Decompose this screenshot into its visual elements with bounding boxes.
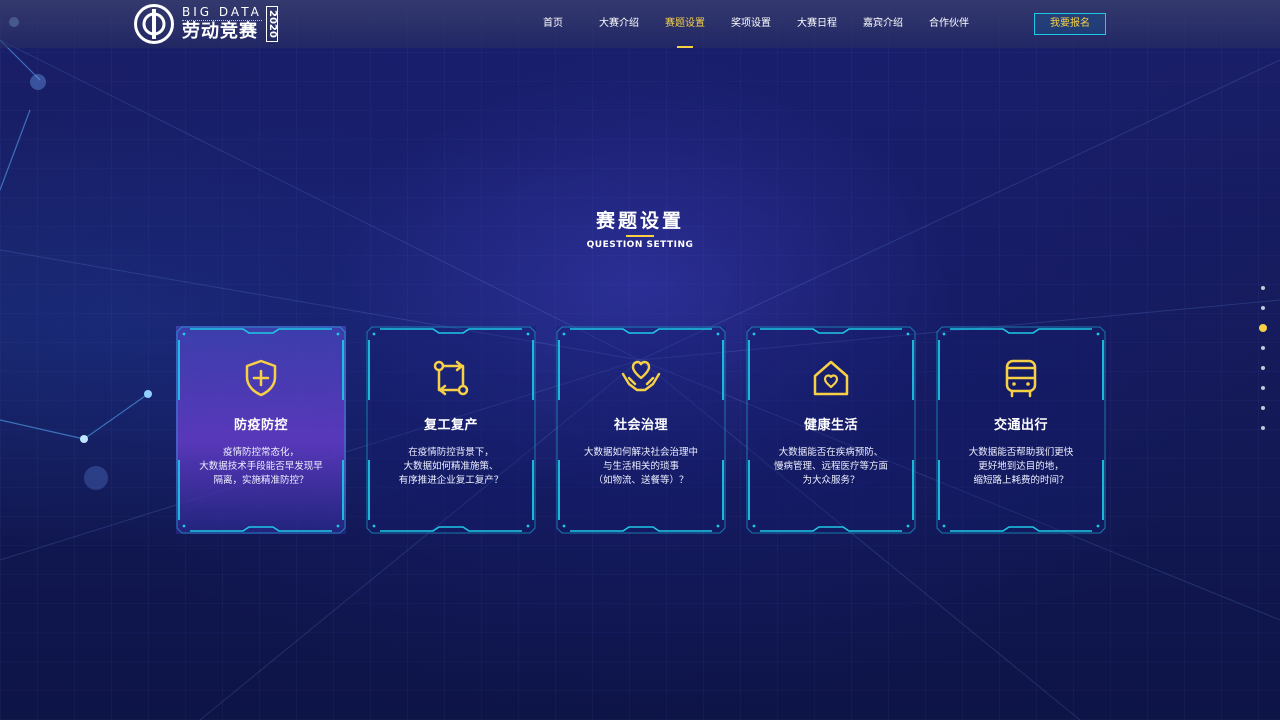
site-logo[interactable]: BIG DATA 劳动竞赛 2020 — [134, 3, 278, 45]
card-healthy-living[interactable]: 健康生活 大数据能否在疾病预防、 慢病管理、远程医疗等方面 为大众服务？ — [746, 326, 916, 534]
card-transportation[interactable]: 交通出行 大数据能否帮助我们更快 更好地到达目的地， 缩短路上耗费的时间？ — [936, 326, 1106, 534]
card-title: 交通出行 — [993, 418, 1048, 433]
pager-dot[interactable] — [1261, 426, 1265, 430]
card-description-line: 大数据能否帮助我们更快 — [968, 447, 1074, 458]
title-underline — [626, 235, 654, 237]
pager-dot[interactable] — [1261, 406, 1265, 410]
card-description-line: 慢病管理、远程医疗等方面 — [773, 461, 888, 472]
question-cards: 防疫防控 疫情防控常态化， 大数据技术手段能否早发现早 隔离，实施精准防控？ 复… — [176, 326, 1106, 534]
card-title: 社会治理 — [613, 418, 668, 433]
card-description: 大数据如何解决社会治理中 与生活相关的琐事 （如物流、送餐等）？ — [562, 446, 720, 488]
section-subtitle: QUESTION SETTING — [586, 240, 694, 250]
section-title: 赛题设置 — [595, 210, 684, 232]
card-epidemic-prevention[interactable]: 防疫防控 疫情防控常态化， 大数据技术手段能否早发现早 隔离，实施精准防控？ — [176, 326, 346, 534]
card-title: 健康生活 — [803, 418, 858, 433]
card-resume-production[interactable]: 复工复产 在疫情防控背景下， 大数据如何精准施策、 有序推进企业复工复产？ — [366, 326, 536, 534]
card-description-line: 大数据技术手段能否早发现早 — [199, 461, 323, 472]
card-description-line: 隔离，实施精准防控？ — [213, 475, 309, 486]
pager-dot[interactable] — [1259, 324, 1267, 332]
card-description-line: 疫情防控常态化， — [222, 447, 299, 458]
nav-item-schedule[interactable]: 大赛日程 — [784, 0, 850, 48]
logo-english-text: BIG DATA — [182, 5, 262, 21]
card-description-line: 更好地到达目的地， — [978, 461, 1064, 472]
card-description-line: 缩短路上耗费的时间？ — [973, 475, 1069, 486]
pager-dot[interactable] — [1261, 306, 1265, 310]
logo-chinese-text: 劳动竞赛 — [182, 21, 258, 42]
shield-plus-icon — [245, 359, 277, 397]
card-description: 大数据能否帮助我们更快 更好地到达目的地， 缩短路上耗费的时间？ — [942, 446, 1100, 488]
pager-dot[interactable] — [1261, 286, 1265, 290]
nav-item-partners[interactable]: 合作伙伴 — [916, 0, 982, 48]
bus-icon — [1005, 359, 1037, 398]
house-heart-icon — [813, 360, 849, 396]
top-header: BIG DATA 劳动竞赛 2020 首页 大赛介绍 赛题设置 奖项设置 大赛日… — [0, 0, 1280, 48]
card-description: 疫情防控常态化， 大数据技术手段能否早发现早 隔离，实施精准防控？ — [182, 446, 340, 488]
main-nav: 首页 大赛介绍 赛题设置 奖项设置 大赛日程 嘉宾介绍 合作伙伴 — [520, 0, 982, 48]
card-description-line: 与生活相关的琐事 — [602, 461, 679, 472]
card-social-governance[interactable]: 社会治理 大数据如何解决社会治理中 与生活相关的琐事 （如物流、送餐等）？ — [556, 326, 726, 534]
card-title: 防疫防控 — [233, 418, 288, 433]
card-description-line: 大数据如何精准施策、 — [403, 461, 499, 472]
card-description-line: 大数据如何解决社会治理中 — [583, 447, 698, 458]
card-description-line: 为大众服务？ — [802, 475, 860, 486]
nav-item-home[interactable]: 首页 — [520, 0, 586, 48]
pager-dot[interactable] — [1261, 386, 1265, 390]
cycle-arrows-icon — [433, 360, 469, 396]
heart-hands-icon — [621, 360, 661, 392]
nav-item-contest-intro[interactable]: 大赛介绍 — [586, 0, 652, 48]
logo-emblem-icon — [134, 4, 174, 44]
nav-item-guests[interactable]: 嘉宾介绍 — [850, 0, 916, 48]
pager-dot[interactable] — [1261, 346, 1265, 350]
card-description-line: 大数据能否在疾病预防、 — [778, 447, 884, 458]
card-description-line: （如物流、送餐等）？ — [593, 475, 689, 486]
nav-item-question-setting[interactable]: 赛题设置 — [652, 0, 718, 48]
signup-button[interactable]: 我要报名 — [1034, 13, 1106, 35]
nav-item-awards[interactable]: 奖项设置 — [718, 0, 784, 48]
logo-text: BIG DATA 劳动竞赛 — [182, 5, 262, 43]
card-description: 在疫情防控背景下， 大数据如何精准施策、 有序推进企业复工复产？ — [372, 446, 530, 488]
card-title: 复工复产 — [423, 418, 478, 433]
card-description-line: 在疫情防控背景下， — [408, 447, 494, 458]
pager-dot[interactable] — [1261, 366, 1265, 370]
logo-year: 2020 — [265, 6, 278, 42]
card-description-line: 有序推进企业复工复产？ — [398, 475, 504, 486]
card-description: 大数据能否在疾病预防、 慢病管理、远程医疗等方面 为大众服务？ — [752, 446, 910, 488]
